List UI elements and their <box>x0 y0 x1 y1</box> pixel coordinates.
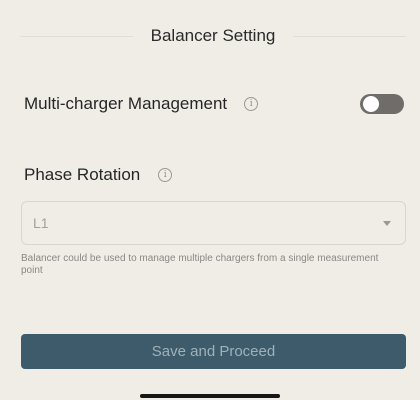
balancer-help-text: Balancer could be used to manage multipl… <box>21 253 379 276</box>
phase-rotation-selected-value: L1 <box>33 215 49 231</box>
multi-charger-management-row: Multi-charger Management i <box>24 88 406 120</box>
home-indicator <box>140 394 280 398</box>
phase-rotation-label: Phase Rotation <box>24 165 141 184</box>
phase-rotation-select[interactable]: L1 <box>21 201 406 245</box>
chevron-down-icon <box>383 220 391 226</box>
save-and-proceed-button[interactable]: Save and Proceed <box>21 334 406 369</box>
header-divider-right <box>293 35 406 37</box>
multi-charger-management-label: Multi-charger Management <box>24 94 228 113</box>
section-header: Balancer Setting <box>20 22 406 50</box>
info-icon[interactable]: i <box>158 168 173 182</box>
phase-rotation-row: Phase Rotation i <box>24 160 173 190</box>
page-title: Balancer Setting <box>150 26 276 45</box>
header-divider-left <box>20 35 133 37</box>
info-icon[interactable]: i <box>244 97 259 111</box>
multi-charger-management-toggle[interactable] <box>360 94 404 114</box>
toggle-knob <box>363 96 379 112</box>
